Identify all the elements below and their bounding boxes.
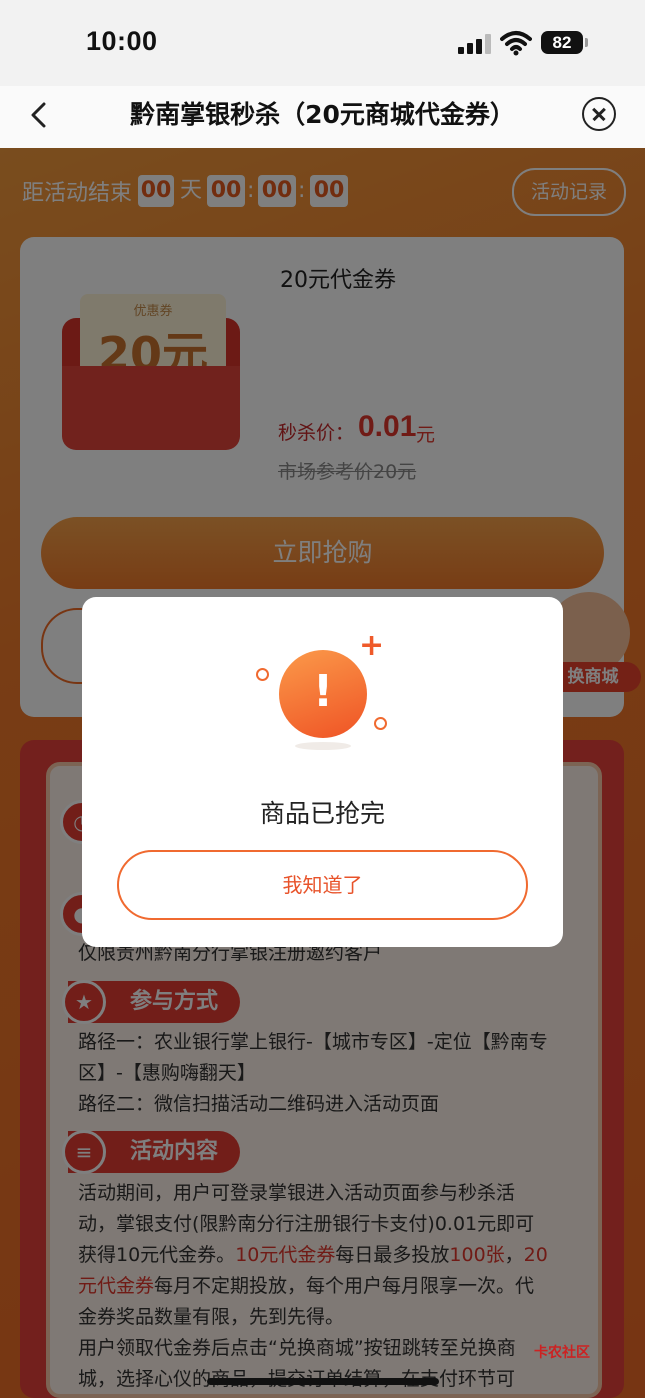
battery-tip xyxy=(585,38,588,47)
ok-button[interactable]: 我知道了 xyxy=(117,850,528,920)
status-time: 10:00 xyxy=(86,26,158,56)
signal-icon xyxy=(458,34,491,54)
dialog-message: 商品已抢完 xyxy=(259,799,385,828)
home-indicator[interactable] xyxy=(207,1378,439,1385)
alert-shadow xyxy=(295,742,351,750)
exclamation-icon: ! xyxy=(312,666,334,717)
chevron-left-icon[interactable] xyxy=(22,98,56,132)
battery-icon: 82 xyxy=(541,31,583,54)
close-circle-icon[interactable] xyxy=(582,97,616,131)
plus-icon: + xyxy=(359,628,385,663)
decor-circle xyxy=(374,717,387,730)
decor-circle xyxy=(256,668,269,681)
page-title: 黔南掌银秒杀（20元商城代金券） xyxy=(130,100,515,129)
wifi-icon xyxy=(500,30,532,56)
watermark: 卡农社区 xyxy=(534,1345,590,1361)
